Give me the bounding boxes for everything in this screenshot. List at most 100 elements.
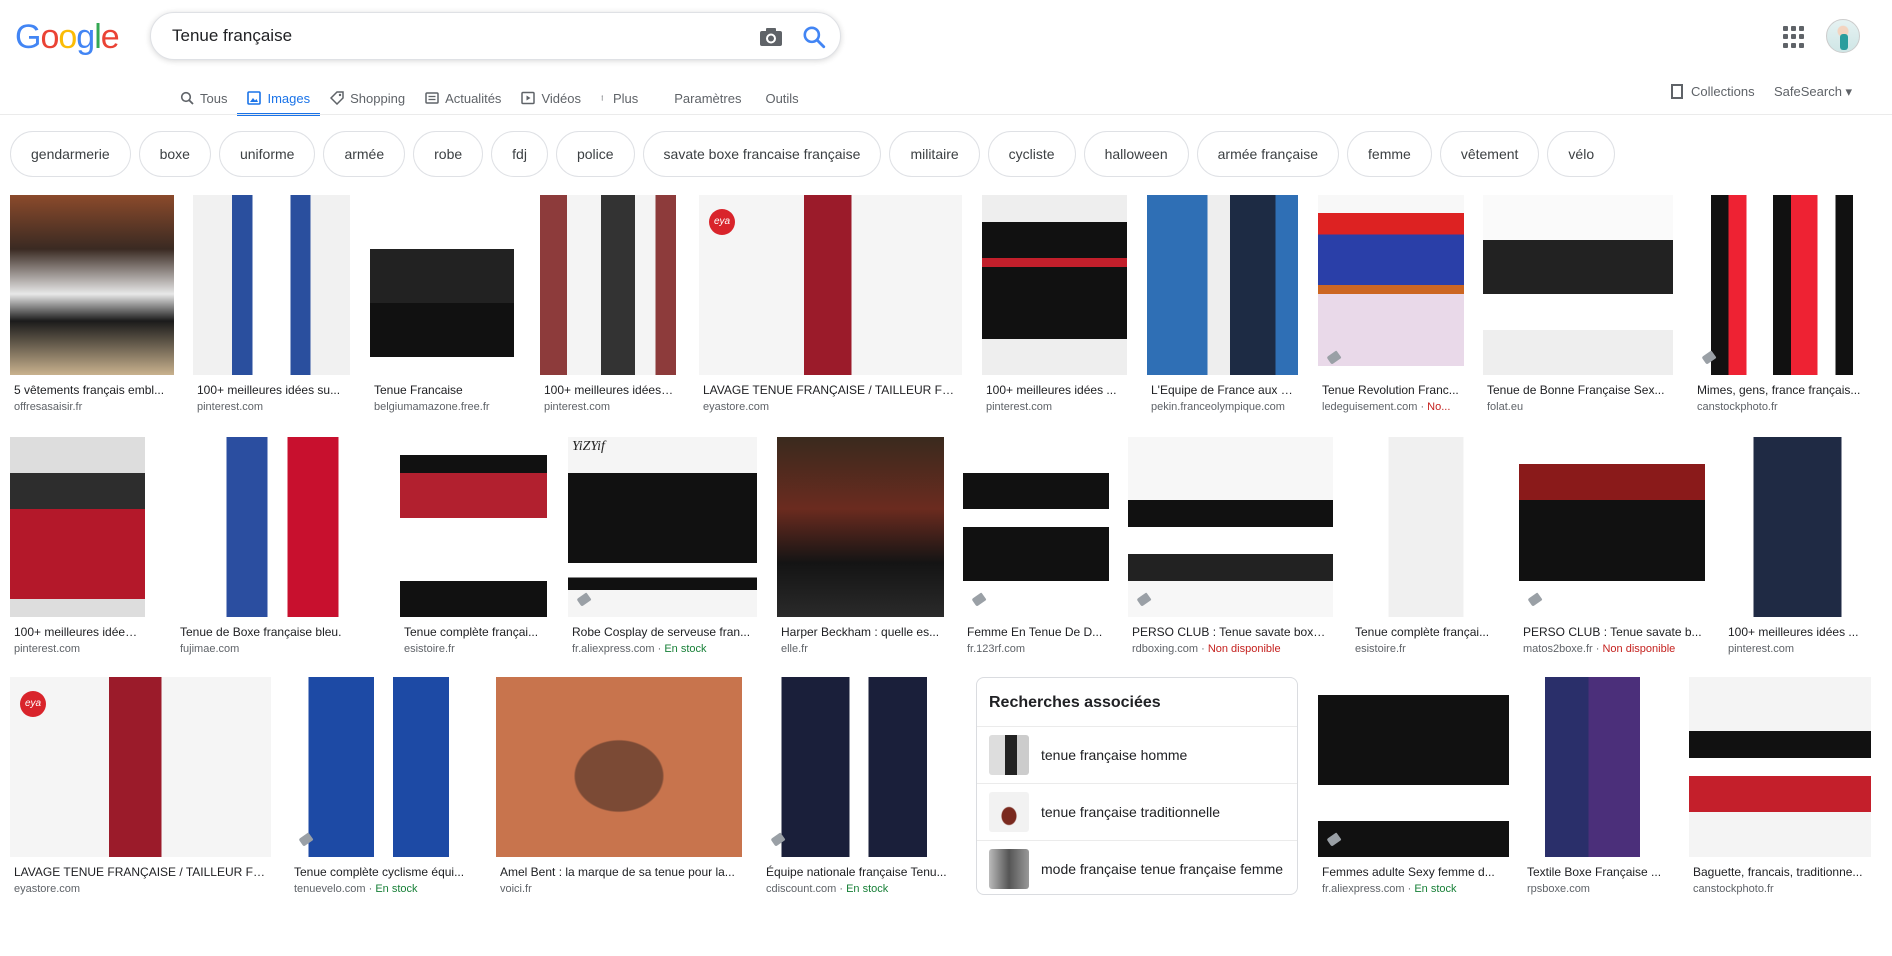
apps-grid-icon[interactable] bbox=[1783, 26, 1805, 48]
result-thumbnail[interactable] bbox=[540, 195, 676, 375]
result-thumbnail[interactable] bbox=[568, 437, 757, 617]
image-result[interactable]: 5 vêtements français embl... offresasaisi… bbox=[10, 195, 174, 427]
result-source[interactable]: esistoire.fr bbox=[1355, 643, 1499, 655]
image-result[interactable]: 100+ meilleures idées ... pinterest.com bbox=[540, 195, 676, 427]
chip[interactable]: boxe bbox=[138, 131, 211, 177]
image-result[interactable]: Mimes, gens, france français... canstockp… bbox=[1693, 195, 1871, 427]
result-thumbnail[interactable] bbox=[496, 677, 742, 857]
search-input[interactable]: Tenue française bbox=[172, 26, 292, 46]
chip[interactable]: police bbox=[555, 131, 635, 177]
result-source[interactable]: elle.fr bbox=[781, 643, 942, 655]
result-thumbnail[interactable] bbox=[963, 437, 1109, 617]
result-source[interactable]: ledeguisement.com · No... bbox=[1322, 401, 1462, 413]
tab-tools[interactable]: Outils bbox=[753, 81, 810, 115]
result-caption[interactable]: Mimes, gens, france français... bbox=[1697, 383, 1869, 397]
result-caption[interactable]: L'Equipe de France aux J... bbox=[1151, 383, 1296, 397]
result-source[interactable]: eyastore.com bbox=[703, 401, 960, 413]
safesearch-menu[interactable]: SafeSearch ▾ bbox=[1774, 84, 1852, 100]
result-caption[interactable]: 100+ meilleures idées su... bbox=[197, 383, 348, 397]
tab-shopping[interactable]: Shopping bbox=[320, 81, 415, 115]
tab-images[interactable]: Images bbox=[237, 81, 320, 116]
result-caption[interactable]: Tenue complète françai... bbox=[1355, 625, 1499, 639]
image-result[interactable]: PERSO CLUB : Tenue savate b... matos2boxe… bbox=[1519, 437, 1705, 669]
chip[interactable]: halloween bbox=[1083, 131, 1189, 177]
result-caption[interactable]: Tenue complète françai... bbox=[404, 625, 545, 639]
chip[interactable]: robe bbox=[413, 131, 484, 177]
result-thumbnail[interactable] bbox=[193, 195, 350, 375]
image-result[interactable]: 100+ meilleures idées ... pinterest.com bbox=[982, 195, 1127, 427]
result-thumbnail[interactable] bbox=[290, 677, 477, 857]
collections-link[interactable]: Collections bbox=[1671, 84, 1755, 99]
related-item[interactable]: mode française tenue française femme bbox=[977, 840, 1297, 897]
result-caption[interactable]: Harper Beckham : quelle es... bbox=[781, 625, 942, 639]
tab-settings[interactable]: Paramètres bbox=[662, 81, 753, 115]
result-caption[interactable]: 100+ meilleures idées ... bbox=[1728, 625, 1869, 639]
image-result[interactable]: Tenue complète cyclisme équi... tenuevelo… bbox=[290, 677, 477, 909]
result-source[interactable]: rdboxing.com · Non disponible bbox=[1132, 643, 1331, 655]
result-source[interactable]: pekin.franceolympique.com bbox=[1151, 401, 1296, 413]
chip[interactable]: savate boxe francaise française bbox=[642, 131, 882, 177]
image-result[interactable]: 100+ meilleures idées ... pinterest.com bbox=[1724, 437, 1871, 669]
result-caption[interactable]: Tenue de Bonne Française Sex... bbox=[1487, 383, 1671, 397]
result-caption[interactable]: Tenue de Boxe française bleu. bbox=[180, 625, 377, 639]
result-caption[interactable]: Équipe nationale française Tenu... bbox=[766, 865, 954, 879]
result-source[interactable]: matos2boxe.fr · Non disponible bbox=[1523, 643, 1703, 655]
chip[interactable]: vêtement bbox=[1439, 131, 1540, 177]
result-thumbnail[interactable] bbox=[10, 195, 174, 375]
chip[interactable]: armée bbox=[323, 131, 406, 177]
result-caption[interactable]: LAVAGE TENUE FRANÇAISE / TAILLEUR FE... bbox=[14, 865, 269, 879]
image-result[interactable]: Amel Bent : la marque de sa tenue pour l… bbox=[496, 677, 742, 909]
result-source[interactable]: fr.123rf.com bbox=[967, 643, 1107, 655]
result-thumbnail[interactable] bbox=[1523, 677, 1669, 857]
result-source[interactable]: pinterest.com bbox=[1728, 643, 1869, 655]
search-icon[interactable] bbox=[801, 24, 827, 50]
result-caption[interactable]: Baguette, francais, traditionne... bbox=[1693, 865, 1869, 879]
image-result[interactable]: Tenue complète françai... esistoire.fr bbox=[1351, 437, 1501, 669]
result-thumbnail[interactable] bbox=[1724, 437, 1871, 617]
result-thumbnail[interactable] bbox=[1519, 437, 1705, 617]
chip[interactable]: vélo bbox=[1547, 131, 1616, 177]
result-source[interactable]: fr.aliexpress.com · En stock bbox=[1322, 883, 1507, 895]
chip[interactable]: cycliste bbox=[987, 131, 1076, 177]
result-thumbnail[interactable] bbox=[10, 437, 145, 617]
image-result[interactable]: Textile Boxe Française ... rpsboxe.com bbox=[1523, 677, 1669, 909]
image-result[interactable]: Harper Beckham : quelle es... elle.fr bbox=[777, 437, 944, 669]
result-caption[interactable]: 100+ meilleures idées ... bbox=[14, 625, 143, 639]
chip[interactable]: militaire bbox=[889, 131, 980, 177]
result-thumbnail[interactable] bbox=[370, 195, 514, 375]
avatar[interactable] bbox=[1826, 19, 1860, 53]
image-result[interactable]: Robe Cosplay de serveuse fran... fr.aliex… bbox=[568, 437, 757, 669]
result-caption[interactable]: PERSO CLUB : Tenue savate boxe ... bbox=[1132, 625, 1331, 639]
image-result[interactable]: 100+ meilleures idées su... pinterest.com bbox=[193, 195, 350, 427]
result-source[interactable]: belgiumamazone.free.fr bbox=[374, 401, 512, 413]
result-thumbnail[interactable] bbox=[1693, 195, 1871, 375]
result-source[interactable]: pinterest.com bbox=[986, 401, 1125, 413]
result-thumbnail[interactable] bbox=[1483, 195, 1673, 375]
image-result[interactable]: 100+ meilleures idées ... pinterest.com bbox=[10, 437, 145, 669]
result-caption[interactable]: Tenue Revolution Franc... bbox=[1322, 383, 1462, 397]
result-source[interactable]: cdiscount.com · En stock bbox=[766, 883, 954, 895]
result-thumbnail[interactable] bbox=[400, 437, 547, 617]
result-thumbnail[interactable] bbox=[1147, 195, 1298, 375]
result-caption[interactable]: Textile Boxe Française ... bbox=[1527, 865, 1667, 879]
image-result[interactable]: LAVAGE TENUE FRANÇAISE / TAILLEUR FE... e… bbox=[10, 677, 271, 909]
result-thumbnail[interactable] bbox=[1689, 677, 1871, 857]
result-thumbnail[interactable] bbox=[10, 677, 271, 857]
result-thumbnail[interactable] bbox=[982, 195, 1127, 375]
result-thumbnail[interactable] bbox=[1318, 677, 1509, 857]
result-thumbnail[interactable] bbox=[176, 437, 379, 617]
chip[interactable]: uniforme bbox=[218, 131, 316, 177]
result-thumbnail[interactable] bbox=[762, 677, 956, 857]
result-source[interactable]: esistoire.fr bbox=[404, 643, 545, 655]
image-result[interactable]: Tenue Revolution Franc... ledeguisement.c… bbox=[1318, 195, 1464, 427]
result-source[interactable]: tenuevelo.com · En stock bbox=[294, 883, 475, 895]
result-source[interactable]: offresasaisir.fr bbox=[14, 401, 172, 413]
image-result[interactable]: L'Equipe de France aux J... pekin.franceo… bbox=[1147, 195, 1298, 427]
image-result[interactable]: PERSO CLUB : Tenue savate boxe ... rdboxi… bbox=[1128, 437, 1333, 669]
result-source[interactable]: fujimae.com bbox=[180, 643, 377, 655]
chip[interactable]: femme bbox=[1347, 131, 1432, 177]
image-result[interactable]: Tenue de Boxe française bleu. fujimae.com bbox=[176, 437, 379, 669]
result-caption[interactable]: Femme En Tenue De D... bbox=[967, 625, 1107, 639]
result-caption[interactable]: 5 vêtements français embl... bbox=[14, 383, 172, 397]
tab-all[interactable]: Tous bbox=[170, 81, 237, 115]
